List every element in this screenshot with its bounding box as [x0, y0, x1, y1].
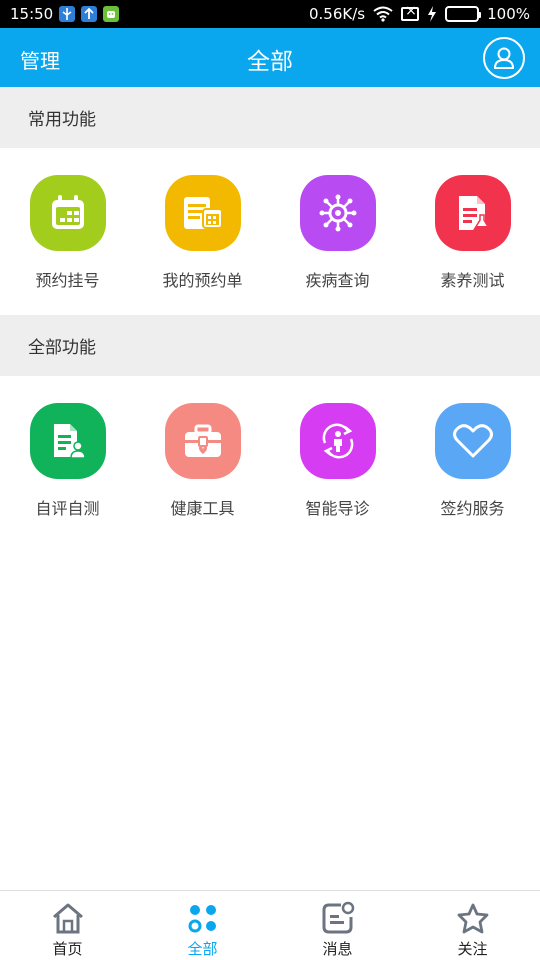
nav-label: 首页 — [52, 940, 83, 958]
battery-percent: 100% — [487, 5, 530, 23]
function-label: 签约服务 — [440, 499, 505, 518]
android-icon — [103, 6, 120, 22]
function-item-disease-query[interactable]: 疾病查询 — [270, 148, 405, 315]
function-item-appointment[interactable]: 预约挂号 — [0, 148, 135, 315]
nav-item-messages[interactable]: 消息 — [270, 891, 405, 960]
function-label: 自评自测 — [35, 499, 100, 518]
nav-item-all[interactable]: 全部 — [135, 891, 270, 960]
page-title: 全部 — [247, 49, 293, 75]
common-functions-grid: 预约挂号 我的预约单 疾病查询 素养测试 — [0, 148, 540, 315]
nav-label: 全部 — [187, 940, 218, 958]
wifi-icon — [373, 6, 393, 22]
no-sim-icon — [401, 3, 420, 21]
function-label: 健康工具 — [170, 499, 235, 518]
calendar-icon — [29, 175, 106, 251]
section-header-all: 全部功能 — [0, 315, 540, 376]
self-test-document-icon — [29, 403, 106, 479]
function-label: 我的预约单 — [162, 271, 243, 290]
function-label: 素养测试 — [440, 271, 505, 290]
person-refresh-icon — [299, 403, 376, 479]
nav-item-home[interactable]: 首页 — [0, 891, 135, 960]
app-header: 管理 全部 — [0, 28, 540, 87]
function-item-contract-service[interactable]: 签约服务 — [405, 376, 540, 536]
nav-item-follow[interactable]: 关注 — [405, 891, 540, 960]
usb-icon — [59, 6, 76, 22]
home-icon — [51, 901, 85, 935]
status-left: 15:50 — [10, 5, 120, 23]
grid-dots-icon — [186, 901, 220, 935]
function-item-self-test[interactable]: 自评自测 — [0, 376, 135, 536]
nav-label: 消息 — [322, 940, 353, 958]
user-profile-button[interactable] — [483, 37, 525, 79]
function-item-literacy-test[interactable]: 素养测试 — [405, 148, 540, 315]
function-label: 疾病查询 — [305, 271, 370, 290]
appointment-list-icon — [164, 175, 241, 251]
nav-label: 关注 — [457, 940, 488, 958]
function-item-smart-triage[interactable]: 智能导诊 — [270, 376, 405, 536]
function-label: 智能导诊 — [305, 499, 370, 518]
all-functions-grid: 自评自测 健康工具 智能导诊 签约服务 — [0, 376, 540, 536]
function-item-health-tools[interactable]: 健康工具 — [135, 376, 270, 536]
upload-icon — [81, 6, 98, 22]
bottom-navigation: 首页 全部 消息 关注 — [0, 890, 540, 960]
function-label: 预约挂号 — [35, 271, 100, 290]
status-time: 15:50 — [10, 5, 54, 23]
message-icon — [321, 901, 355, 935]
section-title: 常用功能 — [28, 110, 96, 130]
virus-icon — [299, 175, 376, 251]
star-icon — [456, 901, 490, 935]
section-header-common: 常用功能 — [0, 87, 540, 148]
status-bar: 15:50 0.56K/s 100% — [0, 0, 540, 28]
function-item-my-appointments[interactable]: 我的预约单 — [135, 148, 270, 315]
network-speed: 0.56K/s — [309, 5, 366, 23]
user-profile-icon — [493, 47, 515, 69]
section-title: 全部功能 — [28, 338, 96, 358]
heart-icon — [434, 403, 511, 479]
charging-icon — [428, 6, 437, 22]
status-right: 0.56K/s 100% — [309, 3, 530, 23]
medical-kit-icon — [164, 403, 241, 479]
document-flask-icon — [434, 175, 511, 251]
battery-icon — [445, 6, 482, 22]
